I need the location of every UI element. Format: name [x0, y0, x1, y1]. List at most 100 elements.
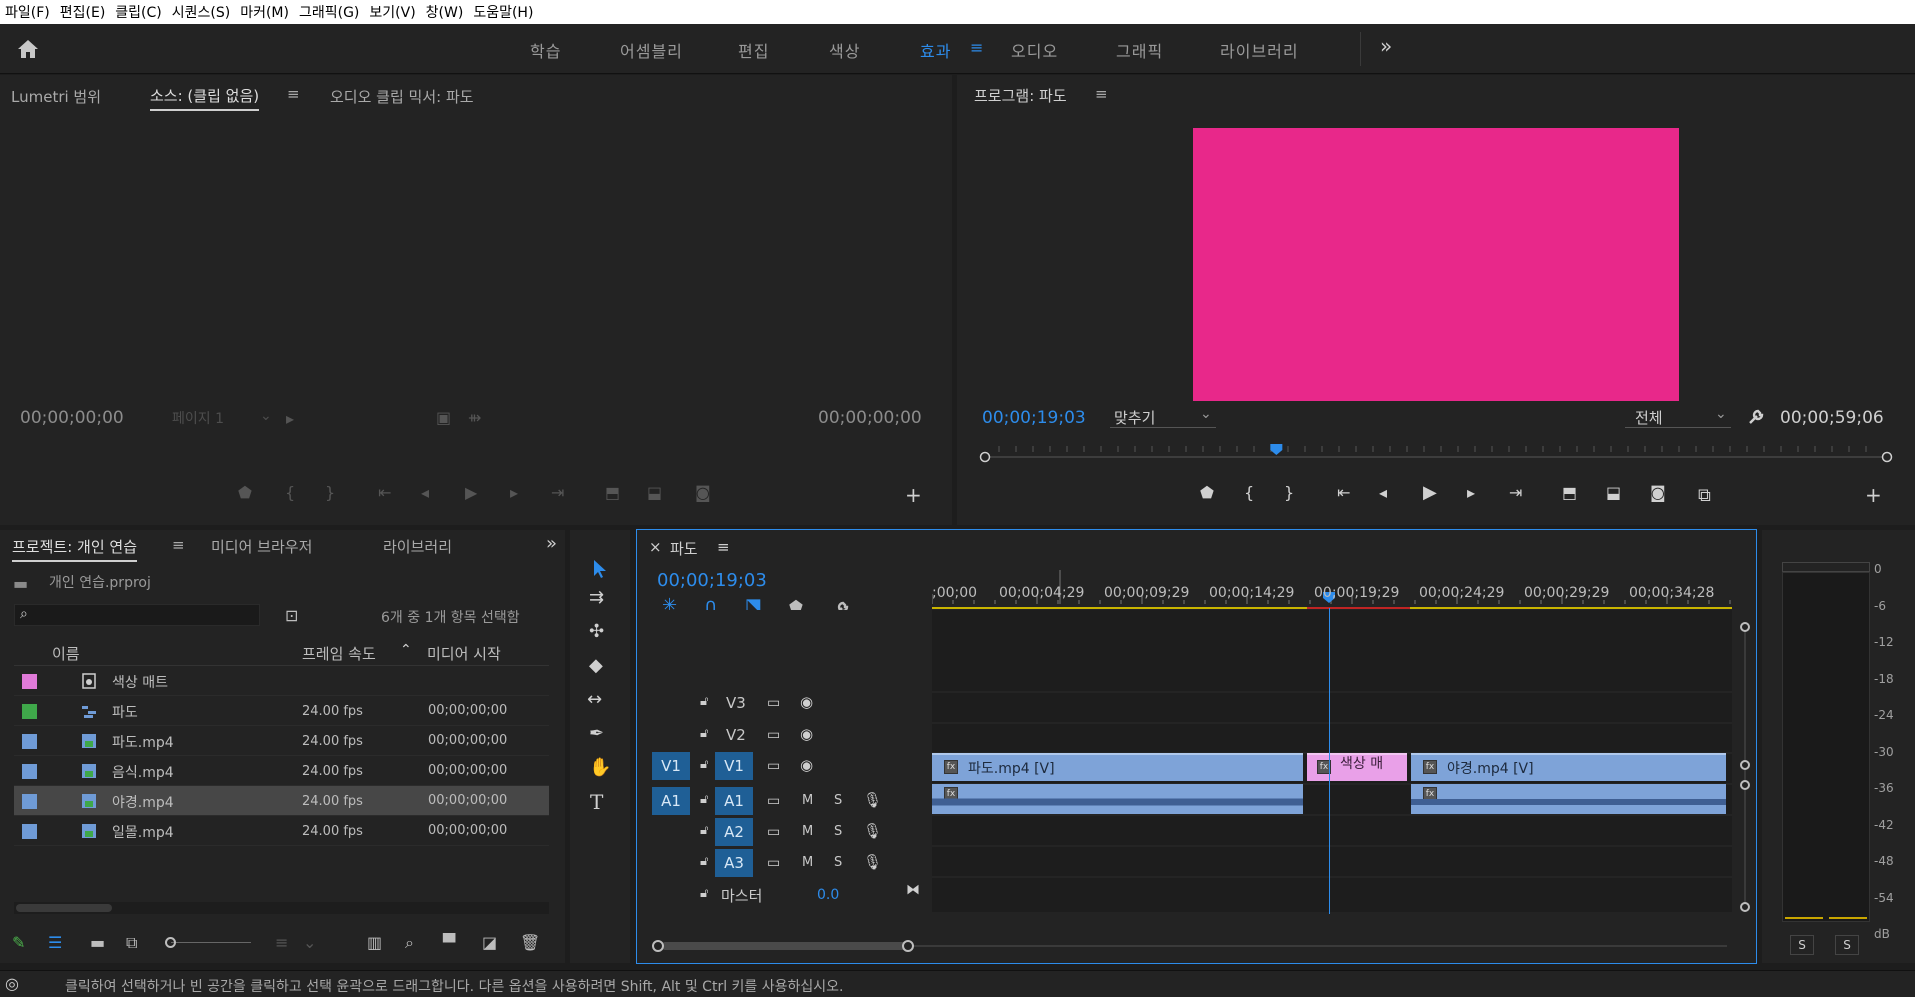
- workspace-tab-editing[interactable]: 편집: [738, 38, 769, 62]
- label-color-swatch[interactable]: [22, 734, 37, 749]
- menu-help[interactable]: 도움말(H): [468, 2, 538, 22]
- tab-source[interactable]: 소스: (클립 없음): [150, 85, 260, 111]
- menu-marker[interactable]: 마커(M): [235, 2, 294, 22]
- list-view-icon[interactable]: ☰: [48, 935, 62, 951]
- scroll-handle[interactable]: [1740, 902, 1750, 912]
- project-item-row[interactable]: 파도.mp4 24.00 fps 00;00;00;00: [14, 726, 549, 756]
- go-to-end-icon[interactable]: ⧓: [906, 882, 920, 898]
- find-icon[interactable]: ⌕: [405, 935, 414, 951]
- time-ruler[interactable]: ;00;00 00;00;04;29 00;00;09;29 00;00;14;29 0…: [932, 570, 1732, 610]
- freeform-view-icon[interactable]: ⧉: [126, 935, 137, 951]
- chevron-down-icon[interactable]: ⌄: [303, 935, 316, 951]
- comparison-view-icon[interactable]: ⧉: [1698, 487, 1711, 505]
- workspace-tab-graphics[interactable]: 그래픽: [1116, 38, 1163, 62]
- label-color-swatch[interactable]: [22, 704, 37, 719]
- type-tool-icon[interactable]: T: [590, 792, 603, 812]
- lock-icon[interactable]: 🔓︎: [700, 694, 708, 710]
- mute-button[interactable]: M: [802, 793, 813, 808]
- eye-icon[interactable]: ◉: [800, 757, 813, 773]
- mark-in-icon[interactable]: {: [285, 485, 295, 501]
- timeline-horizontal-scrollbar[interactable]: [652, 940, 1732, 952]
- extract-icon[interactable]: ⬓: [1606, 485, 1621, 501]
- go-to-out-icon[interactable]: ⇥: [1509, 485, 1522, 501]
- project-item-row[interactable]: 일몰.mp4 24.00 fps 00;00;00;00: [14, 816, 549, 846]
- track-v2-label[interactable]: V2: [726, 726, 746, 744]
- new-search-bin-icon[interactable]: ⊡: [285, 608, 298, 624]
- source-patch-a1[interactable]: A1: [652, 787, 690, 815]
- timeline-menu-icon[interactable]: ≡: [717, 538, 730, 556]
- track-v1-target[interactable]: V1: [715, 752, 753, 780]
- step-back-icon[interactable]: ◂: [1379, 485, 1387, 501]
- column-media-start[interactable]: 미디어 시작: [427, 643, 501, 664]
- tab-lumetri-scopes[interactable]: Lumetri 범위: [11, 86, 101, 107]
- track-v3-label[interactable]: V3: [726, 694, 746, 712]
- tab-media-browser[interactable]: 미디어 브라우저: [211, 536, 312, 557]
- lock-icon[interactable]: 🔓︎: [700, 726, 708, 742]
- play-icon[interactable]: ▶: [465, 485, 477, 501]
- go-to-out-icon[interactable]: ⇥: [551, 485, 564, 501]
- video-clip-wave[interactable]: fx 파도.mp4 [V]: [932, 753, 1303, 781]
- menu-clip[interactable]: 클립(C): [110, 2, 166, 22]
- lock-icon[interactable]: 🔓︎: [700, 823, 708, 839]
- mute-button[interactable]: M: [802, 855, 813, 870]
- scroll-handle[interactable]: [902, 940, 914, 952]
- column-name[interactable]: 이름: [52, 643, 80, 664]
- mark-out-icon[interactable]: }: [325, 485, 335, 501]
- video-clip-color-matte[interactable]: fx 색상 매: [1307, 753, 1407, 781]
- menu-graphics[interactable]: 그래픽(G): [294, 2, 364, 22]
- page-dropdown[interactable]: 페이지 1 ⌄: [172, 408, 276, 428]
- solo-left-button[interactable]: S: [1790, 935, 1814, 955]
- more-panels-icon[interactable]: »: [546, 533, 557, 554]
- overwrite-icon[interactable]: ⬓: [647, 485, 662, 501]
- ripple-edit-tool-icon[interactable]: ✣: [589, 623, 604, 641]
- new-bin-icon[interactable]: ▀: [443, 935, 455, 951]
- timeline-vertical-scrollbar[interactable]: [1740, 622, 1750, 912]
- tab-libraries[interactable]: 라이브러리: [383, 536, 452, 557]
- workspace-tab-assembly[interactable]: 어셈블리: [620, 38, 683, 62]
- video-clip-night[interactable]: fx 야경.mp4 [V]: [1411, 753, 1726, 781]
- scrollbar-thumb[interactable]: [662, 942, 907, 950]
- sync-lock-icon[interactable]: ▭: [767, 824, 780, 840]
- solo-right-button[interactable]: S: [1835, 935, 1859, 955]
- source-panel-menu-icon[interactable]: ≡: [287, 85, 300, 103]
- lock-icon[interactable]: 🔓︎: [700, 792, 708, 808]
- fit-zoom-dropdown[interactable]: 맞추기 ⌄: [1110, 406, 1216, 428]
- sync-lock-icon[interactable]: ▭: [767, 758, 780, 774]
- timeline-sequence-tab[interactable]: 파도: [670, 538, 698, 559]
- play-icon[interactable]: ▶: [1423, 484, 1437, 502]
- export-frame-icon[interactable]: ◙: [695, 485, 711, 501]
- step-forward-icon[interactable]: ▸: [1467, 485, 1475, 501]
- audio-clip-night[interactable]: fx: [1411, 784, 1726, 814]
- sort-icons-icon[interactable]: ≡: [275, 935, 288, 951]
- track-a2-target[interactable]: A2: [715, 818, 753, 846]
- close-tab-icon[interactable]: ×: [649, 538, 662, 556]
- scroll-handle[interactable]: [1740, 760, 1750, 770]
- project-search-input[interactable]: ⌕: [14, 604, 260, 626]
- workspace-menu-icon[interactable]: ≡: [970, 38, 983, 57]
- scroll-handle[interactable]: [652, 940, 664, 952]
- slip-tool-icon[interactable]: ↔: [587, 691, 602, 709]
- track-a1-target[interactable]: A1: [715, 787, 753, 815]
- go-to-in-icon[interactable]: ⇤: [1337, 485, 1350, 501]
- source-timecode-current[interactable]: 00;00;00;00: [20, 408, 124, 428]
- sort-ascending-icon[interactable]: ⌃: [400, 642, 412, 658]
- solo-button[interactable]: S: [834, 855, 842, 870]
- program-panel-menu-icon[interactable]: ≡: [1095, 85, 1108, 103]
- workspace-tab-audio[interactable]: 오디오: [1011, 38, 1058, 62]
- project-item-row[interactable]: 음식.mp4 24.00 fps 00;00;00;00: [14, 756, 549, 786]
- label-color-swatch[interactable]: [22, 794, 37, 809]
- workspace-tab-learn[interactable]: 학습: [530, 38, 561, 62]
- add-marker-icon[interactable]: ⬟: [1200, 485, 1214, 501]
- source-patch-v1[interactable]: V1: [652, 752, 690, 780]
- project-item-row[interactable]: 파도 24.00 fps 00;00;00;00: [14, 696, 549, 726]
- new-item-icon[interactable]: ◪: [482, 935, 497, 951]
- project-item-row[interactable]: 색상 매트: [14, 666, 549, 696]
- trash-icon[interactable]: 🗑: [520, 935, 540, 951]
- sync-lock-icon[interactable]: ▭: [767, 855, 780, 871]
- sync-lock-icon[interactable]: ▭: [767, 727, 780, 743]
- timeline-timecode[interactable]: 00;00;19;03: [657, 570, 767, 591]
- step-back-icon[interactable]: ◂: [421, 485, 429, 501]
- pen-tool-icon[interactable]: ✒: [589, 725, 604, 743]
- audio-clip-wave[interactable]: fx: [932, 784, 1303, 814]
- menu-edit[interactable]: 편집(E): [55, 2, 111, 22]
